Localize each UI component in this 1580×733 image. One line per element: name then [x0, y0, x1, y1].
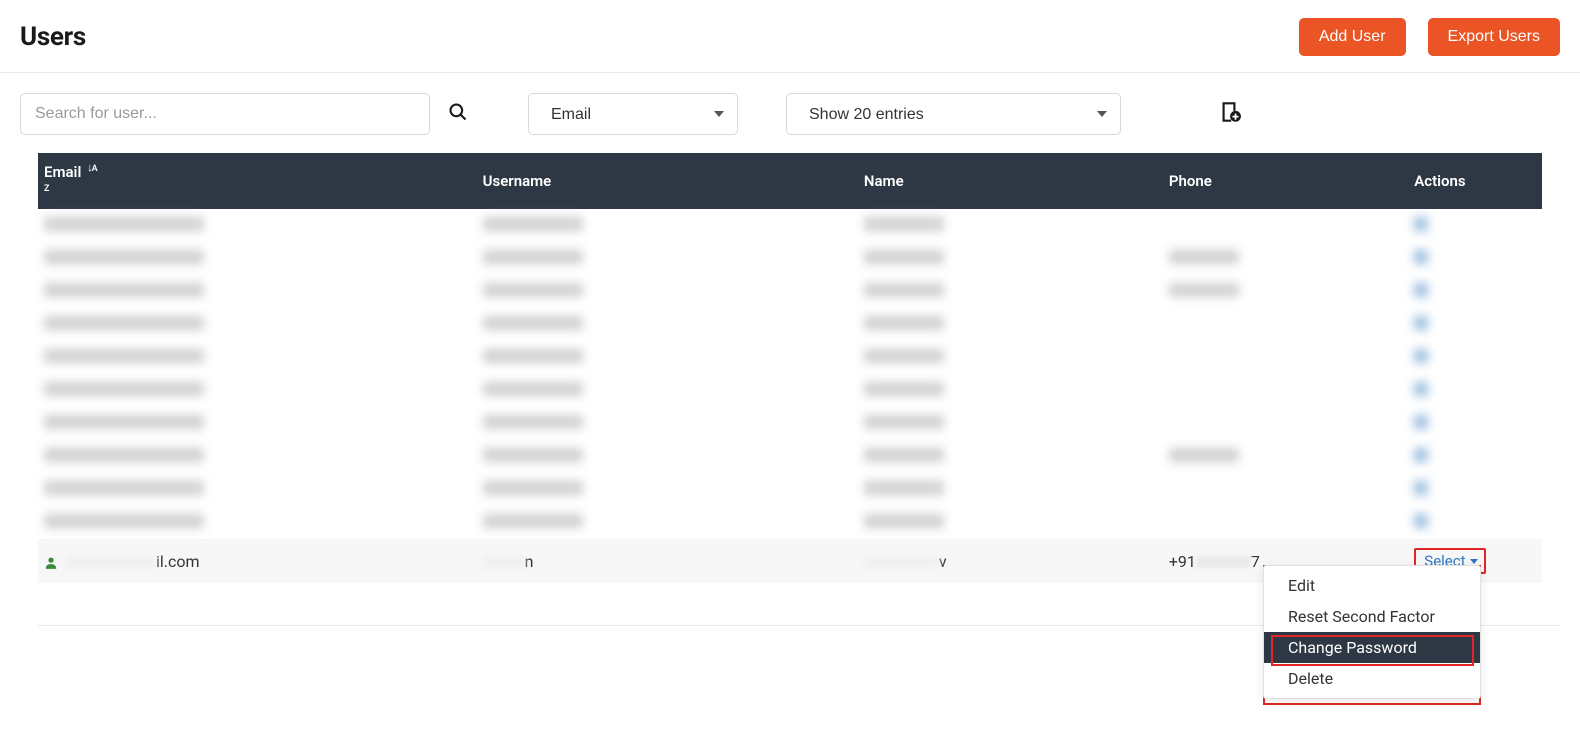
search-input[interactable] [20, 93, 430, 135]
cell-username [477, 374, 858, 407]
table-row [38, 341, 1542, 374]
cell-username [477, 242, 858, 275]
cell-name [858, 473, 1163, 506]
page-title: Users [20, 22, 86, 52]
cell-phone [1163, 308, 1408, 341]
actions-dropdown-menu: EditReset Second FactorChange PasswordDe… [1263, 565, 1481, 699]
cell-name [858, 341, 1163, 374]
table-row [38, 374, 1542, 407]
cell-phone [1163, 242, 1408, 275]
bulk-upload-icon[interactable] [1216, 99, 1242, 129]
cell-actions [1408, 473, 1542, 506]
cell-phone [1163, 407, 1408, 440]
cell-email [38, 308, 477, 341]
column-header-name[interactable]: Name [858, 153, 1163, 209]
column-header-actions: Actions [1408, 153, 1542, 209]
cell-email [38, 242, 477, 275]
cell-phone [1163, 440, 1408, 473]
cell-email [38, 341, 477, 374]
search-icon[interactable] [448, 102, 468, 126]
column-header-username[interactable]: Username [477, 153, 858, 209]
table-row [38, 407, 1542, 440]
cell-actions [1408, 308, 1542, 341]
caret-down-icon [1470, 559, 1478, 564]
cell-username [477, 209, 858, 242]
table-row [38, 209, 1542, 242]
cell-name: v [858, 539, 1163, 583]
cell-name [858, 209, 1163, 242]
cell-actions [1408, 407, 1542, 440]
cell-email [38, 275, 477, 308]
cell-email [38, 407, 477, 440]
cell-name [858, 275, 1163, 308]
cell-actions [1408, 374, 1542, 407]
cell-name [858, 440, 1163, 473]
menu-item-change-password[interactable]: Change Password [1264, 632, 1480, 663]
cell-actions [1408, 209, 1542, 242]
cell-username [477, 308, 858, 341]
column-header-email-label: Email [44, 163, 81, 181]
filter-by-select[interactable]: Email [528, 93, 738, 135]
table-row [38, 440, 1542, 473]
table-row [38, 242, 1542, 275]
cell-email [38, 374, 477, 407]
cell-username [477, 275, 858, 308]
cell-phone [1163, 506, 1408, 539]
cell-email [38, 473, 477, 506]
table-row [38, 275, 1542, 308]
user-icon [44, 555, 58, 569]
add-user-button[interactable]: Add User [1299, 18, 1406, 56]
table-header-row: Email ↓AZ Username Name Phone Actions [38, 153, 1542, 209]
cell-actions [1408, 440, 1542, 473]
column-header-phone[interactable]: Phone [1163, 153, 1408, 209]
export-users-button[interactable]: Export Users [1428, 18, 1560, 56]
cell-actions [1408, 341, 1542, 374]
cell-phone [1163, 275, 1408, 308]
cell-actions [1408, 275, 1542, 308]
table-row [38, 473, 1542, 506]
cell-name [858, 308, 1163, 341]
cell-name [858, 506, 1163, 539]
menu-item-edit[interactable]: Edit [1264, 570, 1480, 601]
cell-email: il.com [38, 539, 477, 583]
cell-username [477, 440, 858, 473]
table-row [38, 308, 1542, 341]
cell-username [477, 341, 858, 374]
cell-name [858, 242, 1163, 275]
cell-email-suffix: il.com [156, 552, 200, 571]
cell-email [38, 440, 477, 473]
menu-item-delete[interactable]: Delete [1264, 663, 1480, 694]
cell-email [38, 506, 477, 539]
table-row [38, 506, 1542, 539]
cell-phone [1163, 473, 1408, 506]
cell-phone [1163, 341, 1408, 374]
cell-name [858, 374, 1163, 407]
cell-name [858, 407, 1163, 440]
menu-item-reset-second-factor[interactable]: Reset Second Factor [1264, 601, 1480, 632]
cell-username [477, 506, 858, 539]
cell-phone [1163, 209, 1408, 242]
cell-phone [1163, 374, 1408, 407]
column-header-email[interactable]: Email ↓AZ [38, 153, 477, 209]
cell-actions [1408, 242, 1542, 275]
cell-actions [1408, 506, 1542, 539]
cell-username [477, 473, 858, 506]
cell-username: n [477, 539, 858, 583]
cell-username [477, 407, 858, 440]
cell-email [38, 209, 477, 242]
entries-count-select[interactable]: Show 20 entries [786, 93, 1121, 135]
